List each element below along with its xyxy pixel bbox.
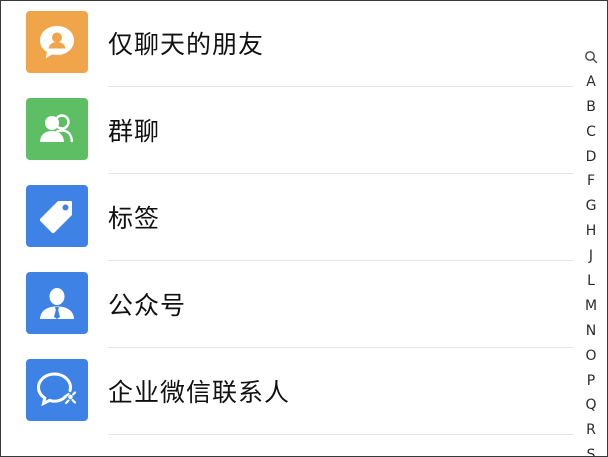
index-letter-s[interactable]: S xyxy=(581,443,601,456)
official-account-person-icon xyxy=(26,272,88,334)
index-letter-r[interactable]: R xyxy=(581,418,601,443)
menu-item-label: 仅聊天的朋友 xyxy=(108,30,265,59)
menu-item-group-chats[interactable]: 群聊 xyxy=(1,88,573,175)
menu-item-label: 企业微信联系人 xyxy=(108,378,291,407)
menu-item-label: 标签 xyxy=(108,204,161,233)
index-letter-d[interactable]: D xyxy=(581,145,601,170)
index-letter-b[interactable]: B xyxy=(581,95,601,120)
index-letter-m[interactable]: M xyxy=(581,294,601,319)
menu-item-label: 群聊 xyxy=(108,117,161,146)
divider xyxy=(108,173,573,174)
divider xyxy=(108,86,573,87)
index-letter-l[interactable]: L xyxy=(581,269,601,294)
index-letter-o[interactable]: O xyxy=(581,344,601,369)
menu-item-label: 公众号 xyxy=(108,291,187,320)
index-letter-c[interactable]: C xyxy=(581,120,601,145)
alphabet-index-bar[interactable]: A B C D F G H J L M N O P Q R S xyxy=(581,45,601,456)
search-icon[interactable] xyxy=(581,45,601,70)
group-chat-icon xyxy=(26,98,88,160)
menu-item-chat-only-friends[interactable]: 仅聊天的朋友 xyxy=(1,1,573,88)
divider xyxy=(108,347,573,348)
menu-item-official-accounts[interactable]: 公众号 xyxy=(1,262,573,349)
chat-bubble-person-icon xyxy=(26,11,88,73)
index-letter-g[interactable]: G xyxy=(581,194,601,219)
menu-item-work-contacts[interactable]: 企业微信联系人 xyxy=(1,349,573,436)
tag-icon xyxy=(26,185,88,247)
index-letter-q[interactable]: Q xyxy=(581,393,601,418)
menu-item-tags[interactable]: 标签 xyxy=(1,175,573,262)
index-letter-h[interactable]: H xyxy=(581,219,601,244)
index-letter-n[interactable]: N xyxy=(581,319,601,344)
work-chat-icon xyxy=(26,359,88,421)
divider xyxy=(108,434,573,435)
index-letter-j[interactable]: J xyxy=(581,244,601,269)
index-letter-p[interactable]: P xyxy=(581,369,601,394)
index-letter-a[interactable]: A xyxy=(581,70,601,95)
divider xyxy=(108,260,573,261)
index-letter-f[interactable]: F xyxy=(581,169,601,194)
contacts-screen: 仅聊天的朋友 群聊 标签 公众号 企业微信联系人 A B C D F G H J… xyxy=(0,0,608,457)
